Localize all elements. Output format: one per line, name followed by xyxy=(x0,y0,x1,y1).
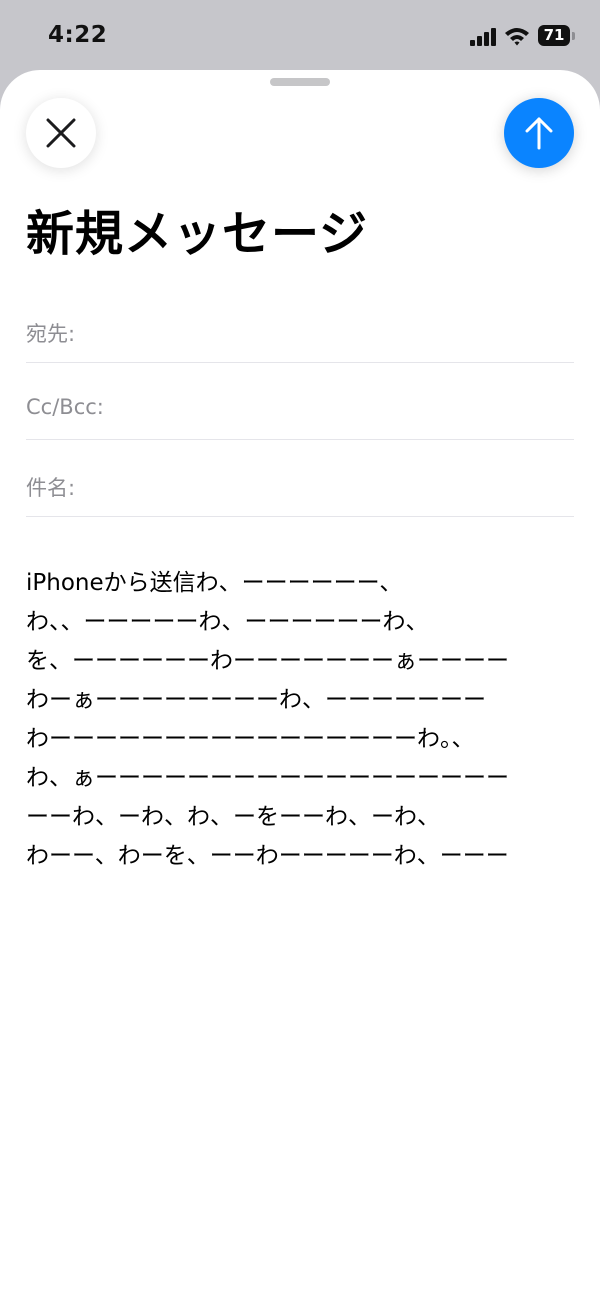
to-label: 宛先: xyxy=(26,322,76,346)
signal-icon xyxy=(470,28,496,46)
arrow-up-icon xyxy=(525,117,553,150)
subject-input[interactable] xyxy=(90,466,560,500)
subject-label: 件名: xyxy=(26,476,76,500)
compose-sheet: 新規メッセージ 宛先: Cc/Bcc: 件名: iPhoneから送信わ、ーーーー… xyxy=(0,70,600,1299)
cc-bcc-input[interactable] xyxy=(122,389,562,423)
cc-bcc-label: Cc/Bcc: xyxy=(26,395,104,419)
close-button[interactable] xyxy=(26,98,96,168)
battery-level: 71 xyxy=(543,26,565,44)
to-field[interactable]: 宛先: xyxy=(26,292,574,363)
close-icon xyxy=(46,118,76,148)
wifi-icon xyxy=(505,28,529,46)
subject-field[interactable]: 件名: xyxy=(26,446,574,517)
status-time: 4:22 xyxy=(48,22,108,48)
cc-bcc-field[interactable]: Cc/Bcc: xyxy=(26,369,574,440)
send-button[interactable] xyxy=(504,98,574,168)
sheet-grabber[interactable] xyxy=(270,78,330,86)
to-input[interactable] xyxy=(90,312,560,346)
status-bar: 4:22 71 xyxy=(0,0,600,70)
battery-icon: 71 xyxy=(538,25,570,46)
battery-cap xyxy=(572,32,575,40)
message-body[interactable]: iPhoneから送信わ、ーーーーーー、 わ、、ーーーーーわ、ーーーーーーわ、 を… xyxy=(26,564,574,876)
page-title: 新規メッセージ xyxy=(26,206,369,262)
